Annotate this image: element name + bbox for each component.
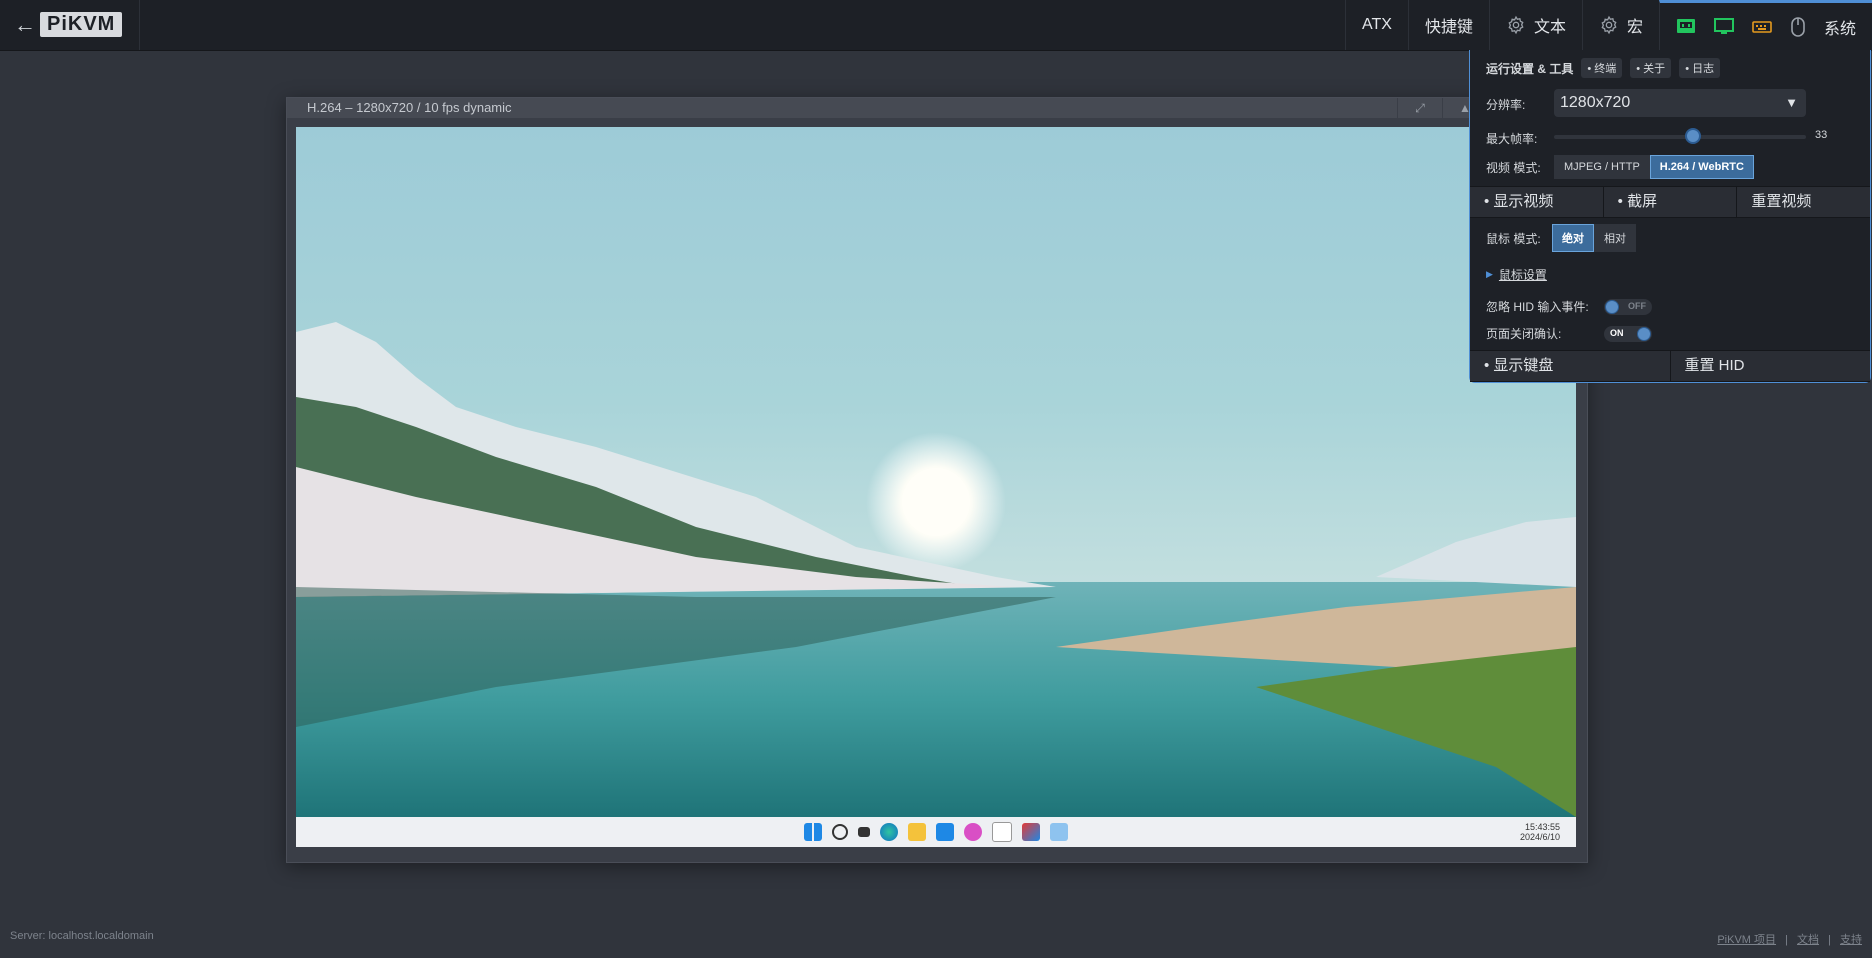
pikvm-project-link[interactable]: PiKVM 项目: [1717, 934, 1776, 946]
ignore-hid-row: 忽略 HID 输入事件: OFF: [1486, 298, 1652, 315]
footer-separator: |: [1785, 934, 1788, 946]
mouse-mode-group: 绝对 相对: [1552, 224, 1636, 252]
relative-mode-button[interactable]: 相对: [1594, 224, 1636, 252]
support-link[interactable]: 支持: [1840, 934, 1862, 946]
typora-icon[interactable]: [992, 822, 1012, 842]
page-close-label: 页面关闭确认:: [1486, 327, 1562, 341]
taskbar-clock[interactable]: 15:43:55 2024/6/10: [1520, 822, 1560, 842]
system-settings-panel: 运行设置 & 工具 • 终端 • 关于 • 日志 分辨率: 1280x720 ▼…: [1469, 50, 1871, 383]
page-close-state: ON: [1610, 327, 1624, 338]
show-video-button[interactable]: • 显示视频: [1470, 187, 1604, 217]
h264-button[interactable]: H.264 / WebRTC: [1649, 155, 1754, 179]
menu-text[interactable]: 文本: [1488, 0, 1582, 50]
mouse-settings-row[interactable]: ▶ 鼠标设置: [1486, 266, 1547, 283]
framerate-slider[interactable]: [1554, 128, 1806, 144]
ignore-hid-label: 忽略 HID 输入事件:: [1486, 300, 1589, 314]
framerate-value: 33: [1815, 129, 1828, 141]
reset-hid-button[interactable]: 重置 HID: [1671, 351, 1871, 381]
windows-start-icon[interactable]: [804, 823, 822, 841]
ignore-hid-toggle[interactable]: OFF: [1604, 298, 1652, 315]
gear-icon: [1601, 15, 1617, 35]
network-icon: [1676, 18, 1704, 36]
expand-arrow-icon: ▶: [1486, 269, 1493, 279]
menu-text-label: 文本: [1533, 19, 1566, 36]
resolution-value: 1280x720: [1560, 94, 1631, 111]
reset-video-button[interactable]: 重置视频: [1737, 187, 1870, 217]
panel-header-row: 运行设置 & 工具 • 终端 • 关于 • 日志: [1486, 58, 1721, 78]
gear-icon: [1508, 15, 1524, 35]
framerate-label: 最大帧率:: [1486, 132, 1538, 146]
menu-system[interactable]: 系统: [1658, 0, 1872, 50]
server-info: Server: localhost.localdomain: [10, 930, 154, 942]
mouse-icon: [1790, 16, 1814, 37]
chevron-down-icon: ▼: [1785, 95, 1798, 110]
stream-title: H.264 – 1280x720 / 10 fps dynamic: [307, 100, 512, 115]
clock-time: 15:43:55: [1524, 822, 1560, 832]
vscode-icon[interactable]: [936, 823, 954, 841]
file-explorer-icon[interactable]: [908, 823, 926, 841]
mouse-mode-label: 鼠标 模式:: [1486, 231, 1541, 246]
edge-icon[interactable]: [880, 823, 898, 841]
monitor-icon: [1713, 17, 1742, 36]
footer-links: PiKVM 项目 | 文档 | 支持: [1717, 931, 1862, 947]
mouse-settings-link[interactable]: 鼠标设置: [1499, 266, 1547, 283]
top-bar: ← PiKVM ATX 快捷键 文本 宏 系统: [0, 0, 1872, 51]
notepad-icon[interactable]: [1050, 823, 1068, 841]
docs-link[interactable]: 文档: [1797, 934, 1819, 946]
mjpeg-button[interactable]: MJPEG / HTTP: [1554, 155, 1650, 179]
video-mode-row: 视频 模式: MJPEG / HTTP H.264 / WebRTC: [1486, 155, 1754, 179]
terminal-chip[interactable]: • 终端: [1581, 58, 1623, 78]
footer-separator: |: [1828, 934, 1831, 946]
video-mode-group: MJPEG / HTTP H.264 / WebRTC: [1554, 155, 1754, 179]
back-arrow-icon[interactable]: ←: [14, 12, 36, 38]
screenshot-button[interactable]: • 截屏: [1604, 187, 1738, 217]
log-chip[interactable]: • 日志: [1679, 58, 1721, 78]
remote-screen[interactable]: 15:43:55 2024/6/10: [296, 127, 1576, 847]
toggle-knob: [1605, 299, 1619, 314]
divider: [139, 0, 140, 50]
video-mode-label: 视频 模式:: [1486, 160, 1541, 175]
menu-atx[interactable]: ATX: [1345, 0, 1408, 50]
main-menu: ATX 快捷键 文本 宏 系统: [1345, 0, 1872, 50]
keyboard-icon: [1752, 18, 1780, 36]
menu-shortcuts[interactable]: 快捷键: [1407, 0, 1489, 50]
stream-header[interactable]: H.264 – 1280x720 / 10 fps dynamic ⤢ ▲: [287, 98, 1587, 118]
about-chip[interactable]: • 关于: [1630, 58, 1672, 78]
page-close-toggle[interactable]: ON: [1604, 325, 1652, 342]
menu-shortcuts-label: 快捷键: [1424, 19, 1473, 36]
clock-date: 2024/6/10: [1519, 832, 1560, 842]
hid-actions-bar: • 显示键盘 重置 HID: [1470, 350, 1870, 382]
resolution-select[interactable]: 1280x720 ▼: [1554, 89, 1806, 117]
taskbar: 15:43:55 2024/6/10: [296, 817, 1576, 847]
show-keyboard-button[interactable]: • 显示键盘: [1470, 351, 1671, 381]
menu-system-label: 系统: [1823, 20, 1856, 38]
desktop-wallpaper: [296, 127, 1576, 817]
pikvm-logo[interactable]: PiKVM: [40, 12, 123, 37]
page-close-row: 页面关闭确认: ON: [1486, 325, 1652, 342]
panel-header: 运行设置 & 工具: [1486, 61, 1574, 76]
task-view-icon[interactable]: [858, 827, 870, 837]
menu-macro[interactable]: 宏: [1581, 0, 1659, 50]
mouse-mode-row: 鼠标 模式: 绝对 相对: [1486, 224, 1636, 252]
absolute-mode-button[interactable]: 绝对: [1552, 224, 1594, 252]
menu-atx-label: ATX: [1362, 16, 1392, 33]
framerate-slider-knob[interactable]: [1684, 128, 1701, 144]
ignore-hid-state: OFF: [1628, 300, 1646, 311]
screenshot-tool-icon[interactable]: [1022, 823, 1040, 841]
search-icon[interactable]: [832, 824, 848, 840]
fullscreen-icon[interactable]: ⤢: [1397, 98, 1442, 118]
video-actions-bar: • 显示视频 • 截屏 重置视频: [1470, 186, 1870, 218]
resolution-label: 分辨率:: [1486, 98, 1526, 112]
toggle-knob: [1637, 326, 1651, 341]
app-icon[interactable]: [964, 823, 982, 841]
menu-macro-label: 宏: [1626, 19, 1643, 36]
stream-window[interactable]: H.264 – 1280x720 / 10 fps dynamic ⤢ ▲ 15…: [286, 97, 1588, 863]
